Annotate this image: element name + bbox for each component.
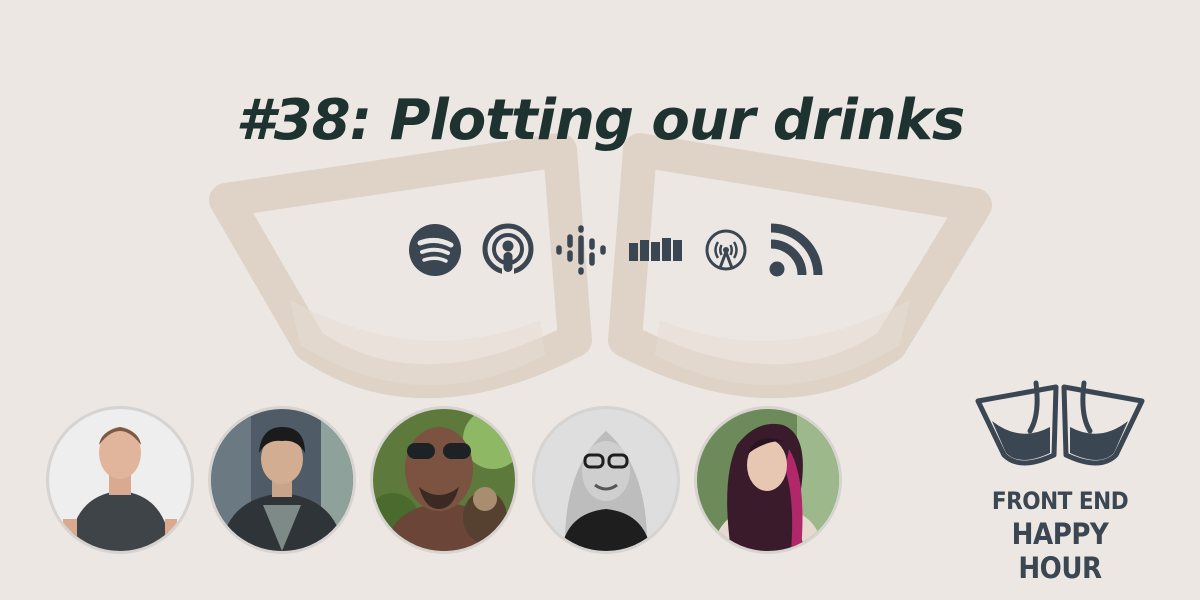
host-photos bbox=[46, 406, 842, 554]
apple-podcasts-icon[interactable] bbox=[482, 223, 534, 277]
cheers-glasses-icon bbox=[975, 380, 1145, 466]
host-photo-2 bbox=[208, 406, 356, 554]
logo-text-line-1: FRONT END bbox=[991, 487, 1129, 515]
spotify-icon[interactable] bbox=[408, 223, 462, 277]
stitcher-icon[interactable] bbox=[628, 223, 684, 277]
logo-text-line-2: HAPPY HOUR bbox=[1011, 517, 1109, 585]
host-photo-5 bbox=[694, 406, 842, 554]
episode-title: #38: Plotting our drinks bbox=[235, 88, 965, 153]
google-podcasts-icon[interactable] bbox=[554, 223, 608, 277]
platform-links bbox=[408, 222, 824, 278]
host-photo-4 bbox=[532, 406, 680, 554]
host-photo-3 bbox=[370, 406, 518, 554]
host-photo-1 bbox=[46, 406, 194, 554]
show-logo: FRONT END HAPPY HOUR bbox=[970, 375, 1160, 585]
episode-banner: #38: Plotting our drinks FRONT END HAPPY… bbox=[0, 0, 1200, 600]
rss-icon[interactable] bbox=[768, 222, 824, 278]
overcast-icon[interactable] bbox=[704, 223, 748, 277]
